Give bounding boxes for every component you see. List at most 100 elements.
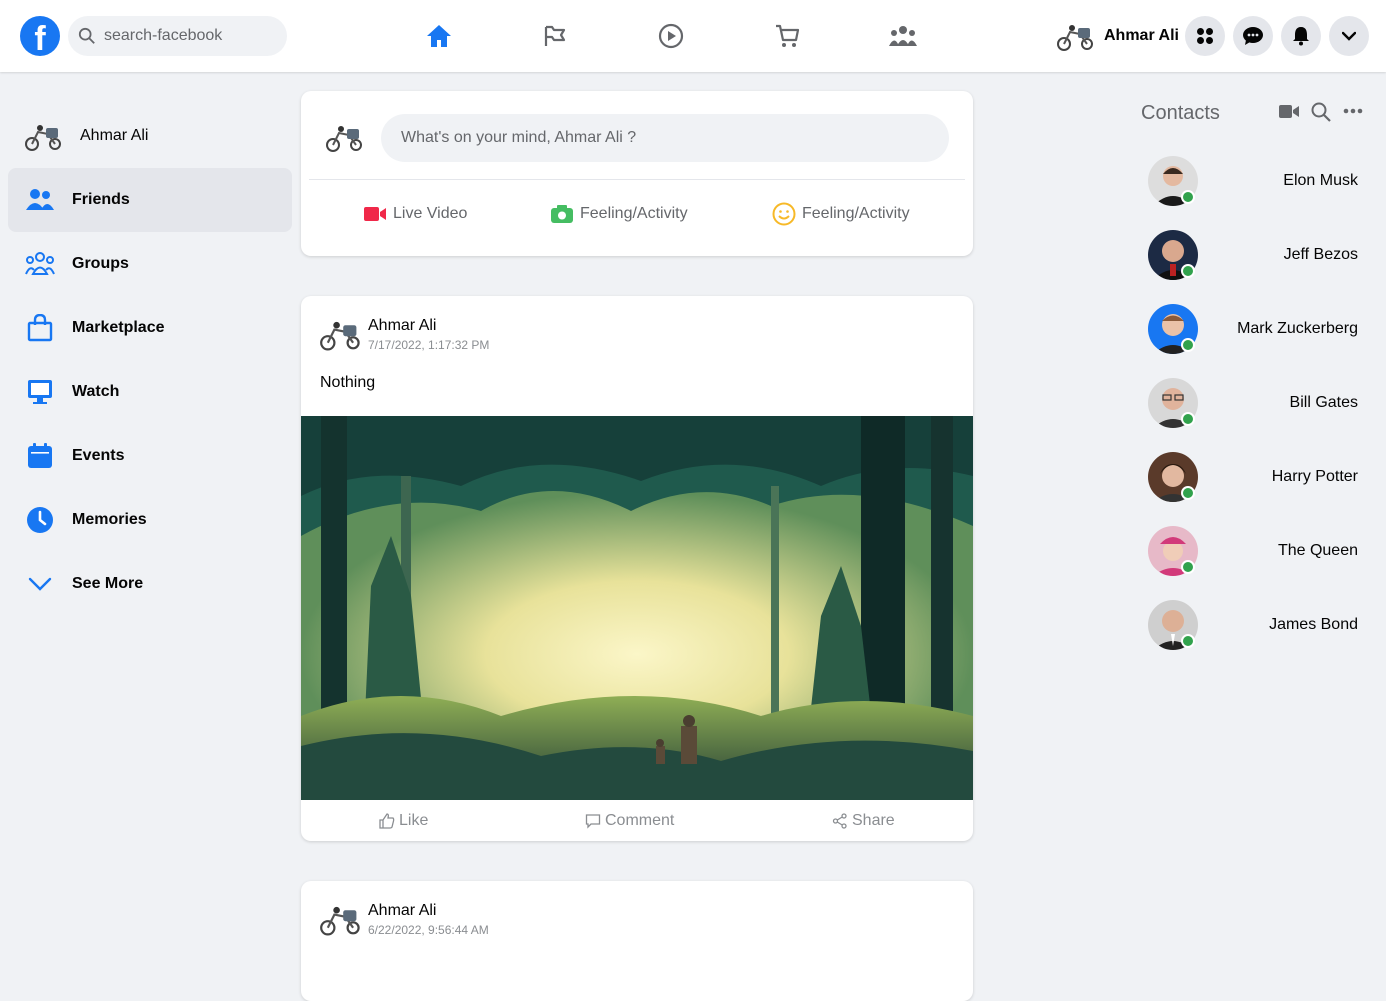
action-label: Feeling/Activity	[580, 205, 688, 222]
live-video-button[interactable]: Live Video	[363, 201, 467, 227]
left-sidebar: Ahmar Ali Friends Groups Marketplace Wat…	[8, 104, 292, 616]
post-image[interactable]	[301, 416, 973, 800]
search-icon[interactable]	[1311, 102, 1331, 122]
post-card: Ahmar Ali 6/22/2022, 9:56:44 AM	[301, 881, 973, 1001]
contact-name: James Bond	[1269, 616, 1358, 633]
contact-item[interactable]: Harry Potter	[1148, 452, 1358, 504]
comment-button[interactable]: Comment	[585, 808, 674, 834]
sidebar-item-marketplace[interactable]: Marketplace	[8, 296, 292, 360]
friends-icon	[26, 189, 54, 210]
thumbs-up-icon	[379, 813, 395, 829]
smile-icon	[772, 202, 796, 226]
action-label: Live Video	[393, 205, 468, 222]
live-video-icon	[364, 207, 386, 221]
online-status-dot	[1181, 190, 1195, 204]
avatar[interactable]	[319, 316, 363, 352]
sidebar-item-label: Groups	[72, 255, 129, 272]
sidebar-item-watch[interactable]: Watch	[8, 360, 292, 424]
share-button[interactable]: Share	[832, 808, 895, 834]
online-status-dot	[1181, 634, 1195, 648]
comment-label: Comment	[605, 812, 675, 829]
like-button[interactable]: Like	[379, 808, 428, 834]
divider	[309, 179, 965, 180]
grid-icon	[1197, 28, 1213, 44]
watch-icon	[28, 380, 52, 404]
contact-item[interactable]: Mark Zuckerberg	[1148, 304, 1358, 356]
post-card: Ahmar Ali 7/17/2022, 1:17:32 PM Nothing	[301, 296, 973, 841]
flag-icon[interactable]	[537, 18, 573, 54]
contact-name: Bill Gates	[1289, 394, 1358, 411]
contact-name: Mark Zuckerberg	[1237, 320, 1358, 337]
cart-icon[interactable]	[769, 18, 805, 54]
avatar	[326, 126, 362, 152]
sidebar-item-groups[interactable]: Groups	[8, 232, 292, 296]
sidebar-item-events[interactable]: Events	[8, 424, 292, 488]
online-status-dot	[1181, 486, 1195, 500]
groups-icon	[25, 252, 55, 275]
bell-icon	[1293, 27, 1309, 46]
sidebar-item-label: See More	[72, 575, 144, 592]
memories-icon	[27, 507, 53, 533]
post-author[interactable]: Ahmar Ali	[368, 902, 489, 920]
menu-grid-button[interactable]	[1185, 16, 1225, 56]
sidebar-item-see-more[interactable]: See More	[8, 552, 292, 616]
online-status-dot	[1181, 560, 1195, 574]
search-icon	[78, 27, 95, 44]
comment-icon	[585, 814, 601, 829]
search-box[interactable]	[68, 16, 287, 56]
photo-icon	[551, 205, 573, 223]
post-composer: What's on your mind, Ahmar Ali ? Live Vi…	[301, 91, 973, 256]
contact-item[interactable]: The Queen	[1148, 526, 1358, 578]
contact-name: Harry Potter	[1271, 468, 1358, 485]
online-status-dot	[1181, 412, 1195, 426]
home-icon[interactable]	[421, 18, 457, 54]
video-icon[interactable]	[653, 18, 689, 54]
online-status-dot	[1181, 264, 1195, 278]
account-menu-button[interactable]	[1329, 16, 1369, 56]
sidebar-item-friends[interactable]: Friends	[8, 168, 292, 232]
avatar	[25, 125, 61, 151]
marketplace-icon	[27, 314, 53, 342]
contact-item[interactable]: Bill Gates	[1148, 378, 1358, 430]
sidebar-item-label: Watch	[72, 383, 120, 400]
chevron-down-icon	[28, 577, 52, 591]
sidebar-profile[interactable]: Ahmar Ali	[8, 104, 292, 168]
contacts-title: Contacts	[1141, 102, 1220, 124]
post-timestamp: 7/17/2022, 1:17:32 PM	[368, 337, 490, 352]
post-text: Nothing	[320, 374, 376, 391]
sidebar-item-label: Friends	[72, 191, 130, 208]
avatar[interactable]	[319, 901, 363, 937]
search-input[interactable]	[104, 27, 274, 45]
photo-activity-button[interactable]: Feeling/Activity	[550, 201, 688, 227]
action-label: Feeling/Activity	[802, 205, 910, 222]
video-call-icon[interactable]	[1279, 104, 1299, 119]
facebook-logo[interactable]: f	[20, 16, 60, 56]
contact-item[interactable]: Jeff Bezos	[1148, 230, 1358, 282]
feeling-activity-button[interactable]: Feeling/Activity	[772, 201, 910, 227]
sidebar-profile-name: Ahmar Ali	[80, 127, 149, 144]
more-options-icon[interactable]	[1343, 108, 1363, 114]
events-icon	[28, 443, 52, 468]
group-icon[interactable]	[885, 18, 921, 54]
online-status-dot	[1181, 338, 1195, 352]
profile-name: Ahmar Ali	[1104, 27, 1179, 44]
messenger-button[interactable]	[1233, 16, 1273, 56]
share-icon	[832, 813, 847, 829]
profile-shortcut[interactable]: Ahmar Ali	[1056, 16, 1179, 56]
sidebar-item-label: Events	[72, 447, 125, 464]
contact-name: Jeff Bezos	[1283, 246, 1358, 263]
composer-input[interactable]: What's on your mind, Ahmar Ali ?	[381, 114, 949, 162]
top-navbar: f Ahmar Ali	[0, 0, 1386, 72]
post-header: Ahmar Ali 6/22/2022, 9:56:44 AM	[319, 901, 489, 937]
notifications-button[interactable]	[1281, 16, 1321, 56]
chat-icon	[1243, 27, 1263, 45]
post-timestamp: 6/22/2022, 9:56:44 AM	[368, 922, 489, 937]
sidebar-item-memories[interactable]: Memories	[8, 488, 292, 552]
contact-item[interactable]: Elon Musk	[1148, 156, 1358, 208]
share-label: Share	[852, 812, 895, 829]
post-header: Ahmar Ali 7/17/2022, 1:17:32 PM	[319, 316, 489, 352]
chevron-down-icon	[1342, 31, 1356, 41]
post-author[interactable]: Ahmar Ali	[368, 317, 489, 335]
sidebar-item-label: Marketplace	[72, 319, 165, 336]
contact-item[interactable]: James Bond	[1148, 600, 1358, 652]
